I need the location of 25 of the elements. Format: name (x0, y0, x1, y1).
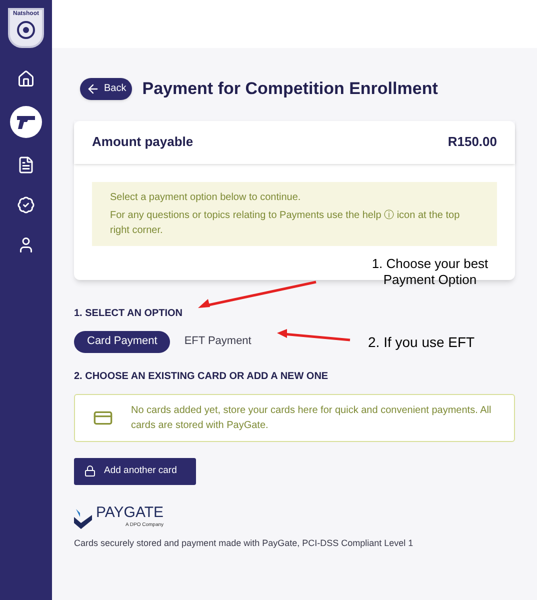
user-icon (17, 236, 35, 254)
add-card-button[interactable]: Add another card (74, 458, 196, 484)
pistol-icon (16, 114, 36, 130)
payment-tab[interactable]: Card Payment (74, 330, 170, 352)
section-title: 1. SELECT AN OPTION (74, 306, 184, 320)
notice-text: For any questions or topics relating to Payments use the help ⓘ icon at the top right corner. (110, 208, 461, 238)
paygate-note: Cards securely stored and payment made with PayGate, PCI-DSS Compliant Level 1 (74, 536, 414, 550)
amount-label: Amount payable (92, 133, 194, 152)
notice-text: Select a payment option below to continue. (110, 190, 302, 204)
info-text: No cards added yet, store your cards here for quick and convenient payments. All cards are stored with PayGate. (131, 404, 492, 432)
annotation-text: 1. Choose your best Payment Option (370, 256, 490, 288)
paygate-logo-text: PAYGATE (96, 504, 164, 520)
lock-icon (84, 465, 96, 477)
payment-tab[interactable]: EFT Payment (180, 330, 256, 352)
annotation-text: 2. If you use EFT (368, 333, 475, 352)
target-icon (15, 18, 37, 40)
page-title: Payment for Competition Enrollment (142, 78, 438, 100)
nav-item[interactable] (10, 106, 42, 138)
document-icon (17, 156, 35, 174)
award-icon (17, 196, 35, 214)
amount-value: R150.00 (448, 133, 497, 152)
section-title: 2. CHOOSE AN EXISTING CARD OR ADD A NEW ONE (74, 370, 330, 384)
back-button[interactable]: Back (80, 78, 132, 100)
check-logo-icon (74, 508, 92, 528)
home-icon (17, 70, 35, 88)
